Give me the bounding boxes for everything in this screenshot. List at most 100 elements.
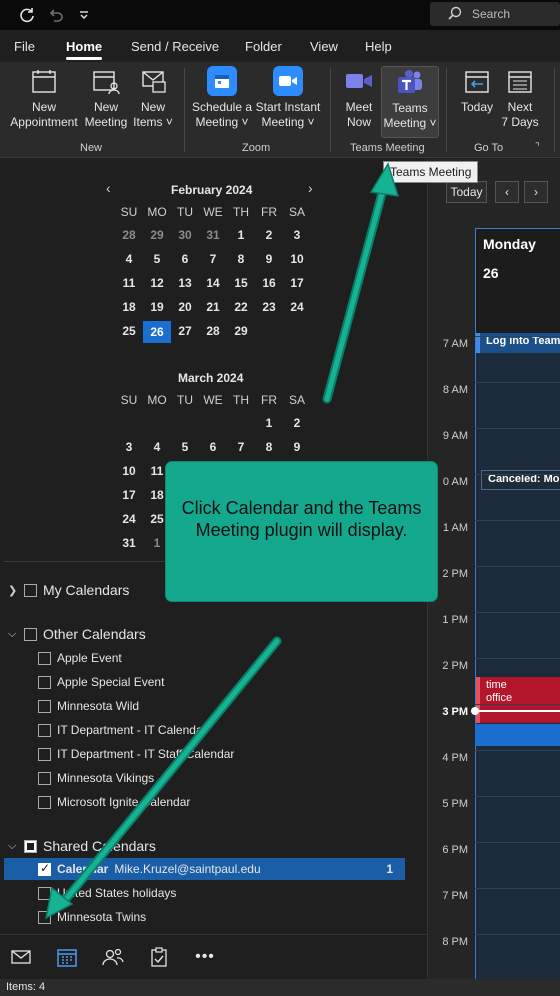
new-appointment-button[interactable]: New Appointment — [6, 66, 82, 130]
date-cell[interactable]: 20 — [171, 297, 199, 317]
my-calendars-group[interactable]: ❯ My Calendars — [8, 582, 129, 598]
date-cell[interactable]: 2 — [255, 225, 283, 245]
date-cell[interactable]: 8 — [227, 249, 255, 269]
date-cell[interactable]: 10 — [115, 461, 143, 481]
current-time-block[interactable] — [475, 724, 560, 746]
calendar-item[interactable]: IT Department - IT Calendar — [38, 719, 207, 741]
more-icon[interactable]: ••• — [193, 945, 217, 969]
date-cell[interactable]: 1 — [227, 225, 255, 245]
chevron-down-icon[interactable]: ⌵ — [8, 840, 18, 853]
checkbox[interactable] — [24, 583, 37, 597]
sync-icon[interactable] — [17, 5, 37, 25]
date-cell[interactable]: 29 — [227, 321, 255, 341]
checkbox[interactable] — [38, 651, 51, 665]
date-cell[interactable]: 28 — [115, 225, 143, 245]
checkbox[interactable] — [24, 627, 37, 641]
checkbox[interactable] — [38, 675, 51, 689]
meet-now-button[interactable]: Meet Now — [338, 66, 380, 130]
date-cell[interactable]: 3 — [283, 225, 311, 245]
tab-home[interactable]: Home — [66, 39, 103, 60]
date-cell[interactable]: 30 — [171, 225, 199, 245]
new-meeting-button[interactable]: New Meeting — [82, 66, 130, 130]
tab-help[interactable]: Help — [365, 39, 392, 54]
tasks-icon[interactable] — [147, 945, 171, 969]
tab-folder[interactable]: Folder — [245, 39, 282, 54]
next-month-button[interactable]: › — [308, 180, 313, 196]
new-items-button[interactable]: New Items ˅ — [130, 66, 176, 130]
date-cell[interactable]: 11 — [115, 273, 143, 293]
calendar-item[interactable]: Apple Event — [38, 647, 122, 669]
date-cell[interactable]: 14 — [199, 273, 227, 293]
date-cell[interactable]: 9 — [283, 437, 311, 457]
tab-view[interactable]: View — [310, 39, 338, 54]
checkbox[interactable] — [38, 771, 51, 785]
date-cell[interactable]: 23 — [255, 297, 283, 317]
checkbox-partial[interactable] — [24, 839, 37, 853]
checkbox[interactable] — [38, 723, 51, 737]
next-day-button[interactable]: › — [524, 181, 548, 203]
checkbox[interactable] — [38, 795, 51, 809]
date-cell[interactable]: 15 — [227, 273, 255, 293]
calendar-item[interactable]: IT Department - IT Staff Calendar — [38, 743, 234, 765]
prev-day-button[interactable]: ‹ — [495, 181, 519, 203]
today-nav-button[interactable]: Today — [446, 181, 487, 203]
date-cell[interactable]: 29 — [143, 225, 171, 245]
event-time-office[interactable]: time office — [476, 677, 560, 723]
date-cell[interactable]: 8 — [255, 437, 283, 457]
date-cell[interactable]: 1 — [255, 413, 283, 433]
customize-quick-access-icon[interactable] — [74, 5, 94, 25]
date-cell[interactable]: 2 — [283, 413, 311, 433]
date-cell[interactable]: 4 — [115, 249, 143, 269]
chevron-right-icon[interactable]: ❯ — [8, 584, 18, 597]
date-cell[interactable]: 26 — [143, 321, 171, 343]
date-cell[interactable]: 21 — [199, 297, 227, 317]
date-cell[interactable]: 16 — [255, 273, 283, 293]
people-icon[interactable] — [101, 945, 125, 969]
checkbox[interactable] — [38, 910, 51, 924]
date-cell[interactable]: 22 — [227, 297, 255, 317]
undo-icon[interactable] — [46, 5, 66, 25]
start-instant-meeting-button[interactable]: Start Instant Meeting ˅ — [254, 66, 322, 130]
date-cell[interactable]: 25 — [115, 321, 143, 341]
checkbox[interactable] — [38, 886, 51, 900]
dialog-launcher-icon[interactable]: ⌝ — [535, 142, 540, 153]
date-cell[interactable]: 28 — [199, 321, 227, 341]
date-cell[interactable]: 4 — [143, 437, 171, 457]
calendar-item[interactable]: Minnesota Wild — [38, 695, 139, 717]
date-cell[interactable]: 18 — [115, 297, 143, 317]
search-box[interactable]: Search — [430, 2, 560, 26]
date-cell[interactable]: 31 — [115, 533, 143, 553]
calendar-minnesota-twins[interactable]: Minnesota Twins — [38, 906, 146, 928]
date-cell[interactable]: 24 — [115, 509, 143, 529]
date-cell[interactable]: 7 — [199, 249, 227, 269]
day-header[interactable]: Monday 26 — [475, 228, 560, 336]
event-canceled[interactable]: Canceled: Mon — [481, 470, 560, 490]
date-cell[interactable]: 9 — [255, 249, 283, 269]
checkbox-checked[interactable] — [38, 861, 51, 876]
calendar-item[interactable]: Apple Special Event — [38, 671, 164, 693]
date-cell[interactable]: 17 — [115, 485, 143, 505]
date-cell[interactable]: 27 — [171, 321, 199, 341]
shared-calendars-group[interactable]: ⌵ Shared Calendars — [8, 838, 156, 854]
date-cell[interactable]: 13 — [171, 273, 199, 293]
other-calendars-group[interactable]: ⌵ Other Calendars — [8, 626, 146, 642]
date-cell[interactable]: 5 — [143, 249, 171, 269]
mail-icon[interactable] — [9, 945, 33, 969]
date-cell[interactable]: 7 — [227, 437, 255, 457]
tab-send-receive[interactable]: Send / Receive — [131, 39, 219, 54]
calendar-us-holidays[interactable]: United States holidays — [38, 882, 176, 904]
date-cell[interactable]: 31 — [199, 225, 227, 245]
date-cell[interactable]: 5 — [171, 437, 199, 457]
teams-meeting-button[interactable]: Teams Meeting ˅ — [381, 66, 439, 138]
next-7-days-button[interactable]: Next 7 Days — [499, 66, 541, 130]
date-cell[interactable]: 19 — [143, 297, 171, 317]
date-cell[interactable]: 3 — [115, 437, 143, 457]
calendar-mike-kruzel[interactable]: Calendar Mike.Kruzel@saintpaul.edu 1 — [4, 858, 405, 880]
prev-month-button[interactable]: ‹ — [106, 180, 111, 196]
checkbox[interactable] — [38, 699, 51, 713]
chevron-down-icon[interactable]: ⌵ — [8, 628, 18, 641]
schedule-meeting-button[interactable]: Schedule a Meeting ˅ — [190, 66, 254, 130]
checkbox[interactable] — [38, 747, 51, 761]
tab-file[interactable]: File — [14, 39, 35, 54]
today-button[interactable]: Today — [455, 66, 499, 115]
